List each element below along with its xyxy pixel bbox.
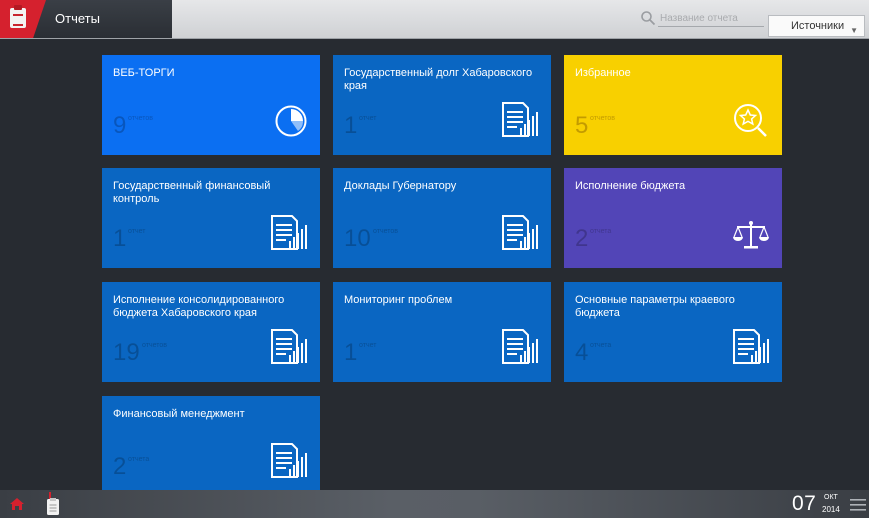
report-icon: [270, 441, 308, 484]
tile-count-unit: отчетов: [373, 228, 398, 235]
report-icon: [501, 100, 539, 143]
tile-title: ВЕБ-ТОРГИ: [113, 67, 175, 79]
tile-count-unit: отчета: [128, 456, 150, 463]
page-title: Отчеты: [55, 11, 100, 26]
bottom-bar: 07 ОКТ 2014: [0, 490, 869, 518]
tile-count: 1: [113, 225, 127, 252]
tile-title: Мониторинг проблем: [344, 294, 453, 306]
tile-title: Государственный долг Хабаровского края: [344, 67, 533, 92]
tile-count-unit: отчет: [128, 228, 146, 235]
tile-count: 10: [344, 225, 371, 252]
report-icon: [501, 327, 539, 370]
report-tile[interactable]: Основные параметры краевого бюджета 4 отче…: [564, 282, 782, 382]
tile-count-unit: отчетов: [128, 115, 153, 122]
tile-count: 5: [575, 112, 589, 139]
tile-count: 1: [344, 112, 358, 139]
date-year: 2014: [822, 505, 840, 514]
date-day: 07: [792, 492, 817, 515]
scales-icon: [732, 219, 770, 256]
home-icon[interactable]: [9, 497, 25, 511]
tile-count: 2: [575, 225, 589, 252]
top-bar: Отчеты Источники ▼: [0, 0, 869, 39]
report-icon: [270, 327, 308, 370]
report-tile[interactable]: Исполнение бюджета 2 отчета: [564, 168, 782, 268]
report-tile[interactable]: Доклады Губернатору 10 отчетов: [333, 168, 551, 268]
sources-dropdown[interactable]: Источники ▼: [768, 15, 865, 37]
tile-title: Финансовый менеджмент: [113, 408, 245, 420]
tile-count: 4: [575, 339, 589, 366]
sources-label: Источники: [791, 20, 845, 32]
favorite-search-icon: [732, 102, 770, 143]
report-tile[interactable]: Государственный долг Хабаровского края 1 о…: [333, 55, 551, 155]
report-tile[interactable]: Мониторинг проблем 1 отчет: [333, 282, 551, 382]
report-tile[interactable]: Финансовый менеджмент 2 отчета: [102, 396, 320, 496]
search-icon[interactable]: [640, 10, 656, 26]
tile-count: 19: [113, 339, 140, 366]
chevron-down-icon: ▼: [850, 26, 858, 35]
pie-chart-icon: [274, 104, 308, 143]
tile-count-unit: отчетов: [590, 115, 615, 122]
date-month: ОКТ: [824, 494, 838, 501]
menu-icon[interactable]: [850, 499, 866, 511]
tile-count-unit: отчет: [359, 342, 377, 349]
tile-title: Избранное: [575, 67, 631, 79]
tile-title: Исполнение бюджета: [575, 180, 686, 192]
tile-count-unit: отчет: [359, 115, 377, 122]
tile-count: 1: [344, 339, 358, 366]
tile-count-unit: отчета: [590, 228, 612, 235]
report-tile[interactable]: ВЕБ-ТОРГИ 9 отчетов: [102, 55, 320, 155]
tile-title: Доклады Губернатору: [344, 180, 457, 192]
clipboard-icon[interactable]: [46, 492, 60, 516]
tile-title: Исполнение консолидированного бюджета Ха…: [113, 294, 285, 319]
report-tile[interactable]: Исполнение консолидированного бюджета Ха…: [102, 282, 320, 382]
report-icon: [270, 213, 308, 256]
search-input[interactable]: [658, 10, 764, 27]
report-icon: [732, 327, 770, 370]
tile-count: 9: [113, 112, 127, 139]
tile-title: Основные параметры краевого бюджета: [575, 294, 735, 319]
tile-count-unit: отчетов: [142, 342, 167, 349]
report-tile[interactable]: Избранное 5 отчетов: [564, 55, 782, 155]
reports-app-icon[interactable]: [10, 5, 26, 28]
tile-title: Государственный финансовый контроль: [113, 180, 271, 205]
report-tile[interactable]: Государственный финансовый контроль 1 отче…: [102, 168, 320, 268]
tile-count-unit: отчета: [590, 342, 612, 349]
tile-count: 2: [113, 453, 127, 480]
report-icon: [501, 213, 539, 256]
